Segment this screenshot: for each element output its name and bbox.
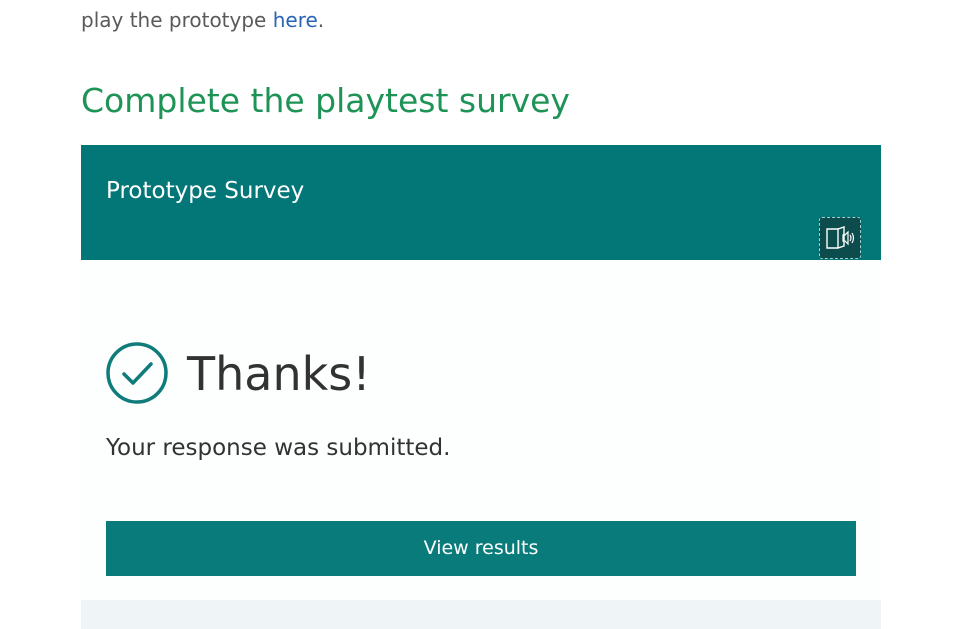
immersive-reader-icon [826, 226, 855, 249]
response-message: Your response was submitted. [106, 435, 451, 461]
view-results-button[interactable]: View results [106, 521, 856, 576]
thanks-heading: Thanks! [187, 347, 371, 401]
check-circle-icon [106, 342, 168, 404]
section-heading: Complete the playtest survey [81, 81, 570, 120]
survey-header: Prototype Survey [81, 145, 881, 260]
survey-confirmation-panel: Thanks! Your response was submitted. Vie… [81, 260, 881, 600]
immersive-reader-button[interactable] [819, 217, 861, 259]
intro-text: play the prototype here. [81, 4, 324, 36]
survey-footer [81, 600, 881, 629]
survey-title: Prototype Survey [106, 178, 305, 204]
prototype-link[interactable]: here [273, 8, 318, 32]
intro-text-body: play the prototype [81, 8, 273, 32]
intro-text-suffix: . [317, 8, 325, 32]
